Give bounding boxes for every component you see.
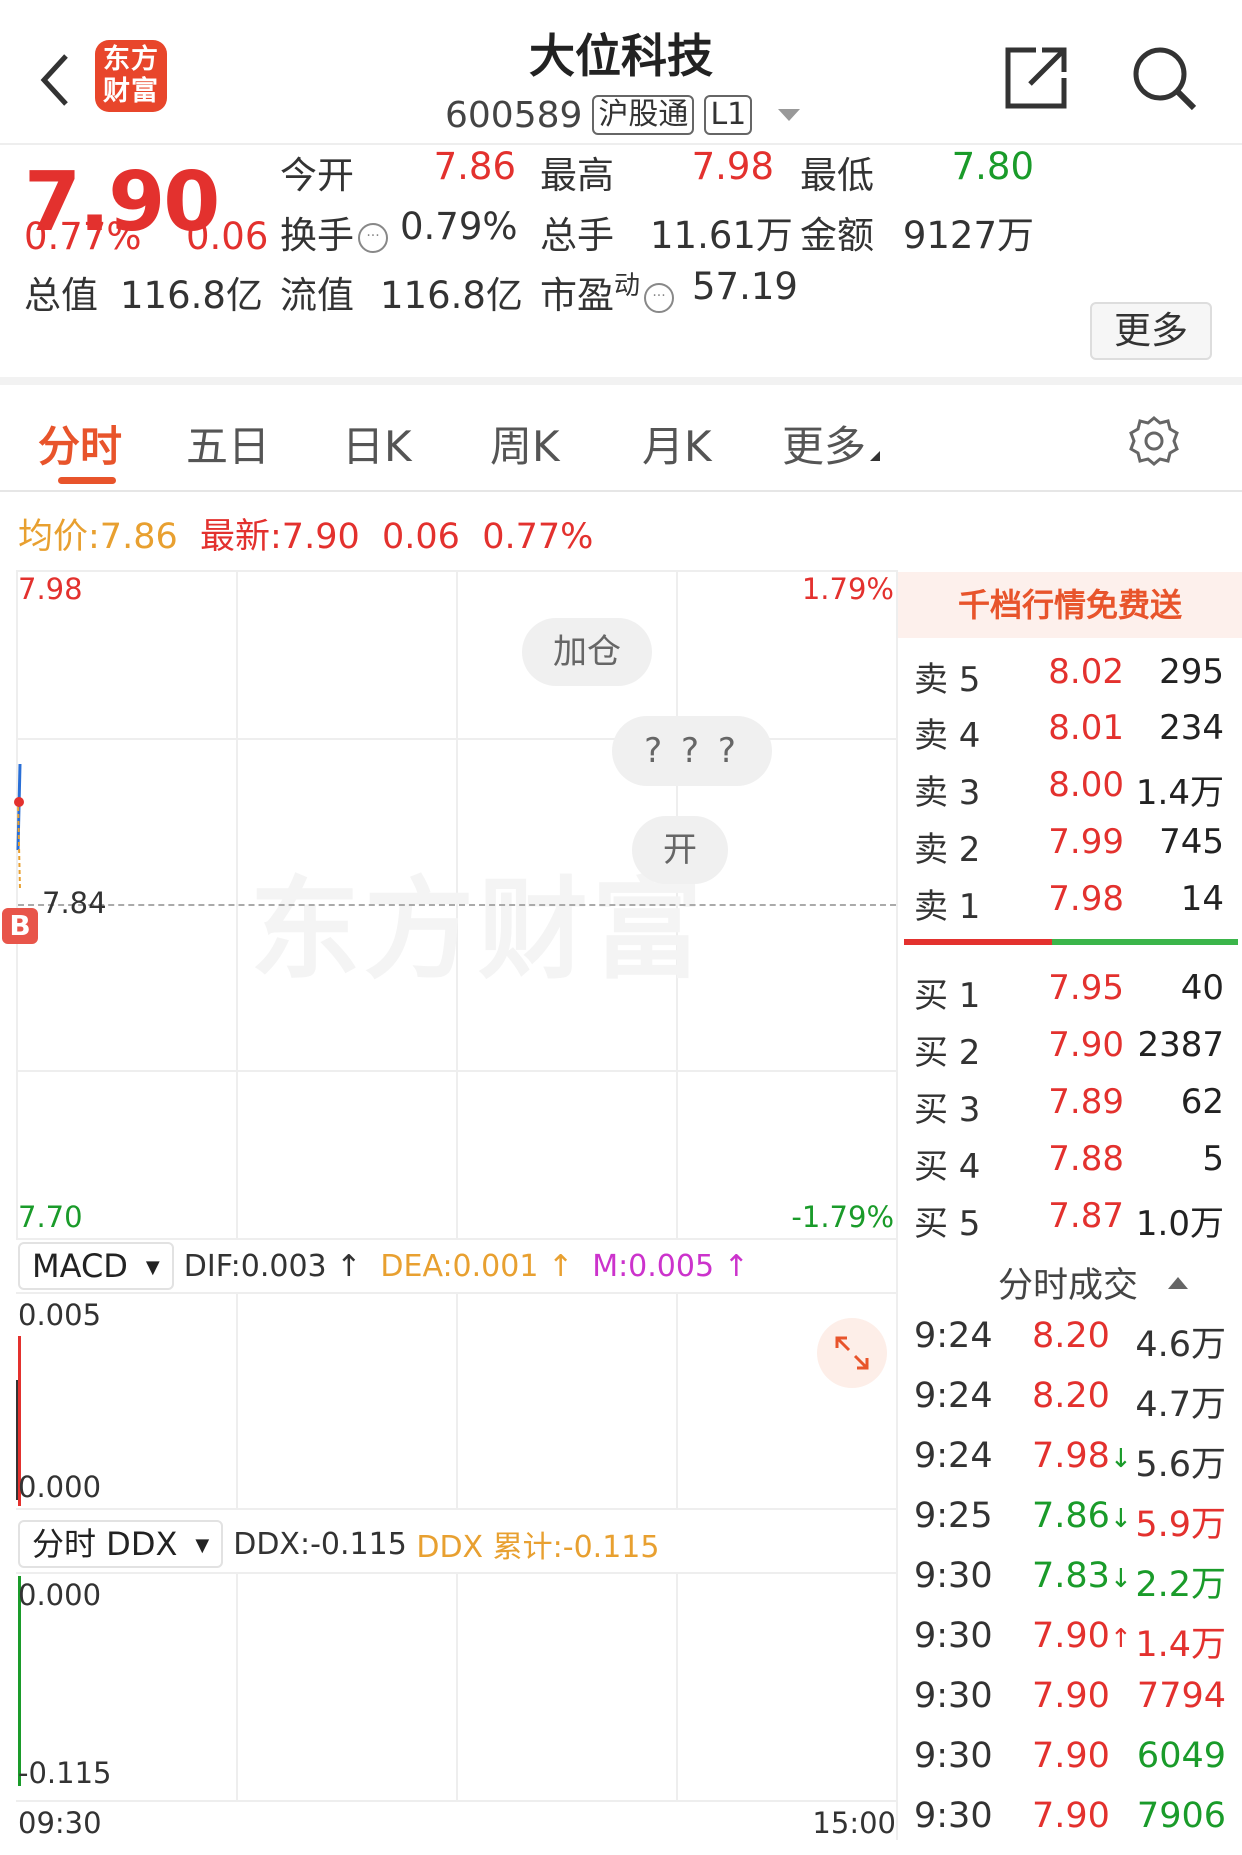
trade-row: 9:30 7.90 7906 [914, 1796, 1226, 1836]
tab-daily-k[interactable]: 日K [342, 413, 412, 474]
stock-subline[interactable]: 600589 沪股通 L1 [445, 93, 801, 137]
info-icon[interactable]: ··· [644, 283, 675, 313]
search-icon[interactable] [1128, 42, 1200, 114]
change-value: 0.06 [186, 215, 269, 258]
tab-more[interactable]: 更多 [782, 413, 881, 474]
bid-row: 买 3 7.89 62 [914, 1082, 1224, 1130]
open-position-pill[interactable]: 开 [632, 816, 728, 884]
add-position-pill[interactable]: 加仓 [522, 618, 652, 686]
expand-icon[interactable] [817, 1318, 887, 1388]
macd-dif: DIF:0.003 ↑ [183, 1248, 362, 1284]
macd-y-top: 0.005 [18, 1298, 102, 1332]
ddx-cumulative: DDX 累计:-0.115 [416, 1530, 660, 1565]
open-value: 7.86 [433, 145, 516, 188]
info-icon[interactable]: ··· [358, 223, 388, 253]
macd-m: M:0.005 ↑ [592, 1248, 749, 1284]
float-value: 116.8亿 [380, 274, 523, 317]
header: 东方 财富 大位科技 600589 沪股通 L1 [0, 0, 1242, 145]
pct-high-label: 1.79% [801, 572, 894, 606]
trade-row: 9:24 8.20 4.7万 [914, 1376, 1226, 1425]
bid-row: 买 4 7.88 5 [914, 1139, 1224, 1187]
stock-code: 600589 [445, 94, 583, 136]
tab-underline [58, 477, 116, 484]
float-label: 流值 [280, 274, 354, 317]
pe-value: 57.19 [692, 265, 798, 308]
share-icon[interactable] [1000, 42, 1072, 114]
y-low-label: 7.70 [18, 1200, 83, 1234]
mktcap-label: 总值 [24, 274, 98, 317]
turnover-label[interactable]: 换手 ··· [280, 205, 388, 259]
gear-icon[interactable] [1128, 415, 1180, 467]
tab-intraday[interactable]: 分时 [38, 413, 122, 474]
collapse-icon [1168, 1277, 1189, 1289]
promo-banner[interactable]: 千档行情免费送 [898, 572, 1242, 638]
app-root: { "header": { "logo_line1": "东方", "logo_… [0, 0, 1242, 1855]
high-label: 最高 [540, 154, 614, 197]
trade-row: 9:30 7.83↓ 2.2万 [914, 1556, 1226, 1605]
mktcap-value: 116.8亿 [120, 274, 263, 317]
volume-value: 11.61万 [650, 214, 793, 257]
open-label: 今开 [280, 154, 354, 197]
turnover-value: 0.79% [400, 205, 518, 248]
amount-label: 金额 [800, 214, 874, 257]
macd-selector[interactable]: MACD ▼ [18, 1242, 174, 1290]
chart-tabs: 分时 五日 日K 周K 月K 更多 [0, 385, 1242, 492]
more-button[interactable]: 更多 [1090, 302, 1212, 360]
tab-monthly-k[interactable]: 月K [642, 413, 712, 474]
volume-label: 总手 [540, 214, 614, 257]
tab-weekly-k[interactable]: 周K [490, 413, 560, 474]
x-start-label: 09:30 [18, 1806, 102, 1840]
ask-row: 卖 2 7.99 745 [914, 822, 1224, 870]
amount-value: 9127万 [902, 214, 1034, 257]
pct-low-label: -1.79% [791, 1200, 894, 1234]
trade-row: 9:24 8.20 4.6万 [914, 1316, 1226, 1365]
low-value: 7.80 [951, 145, 1034, 188]
ask-row: 卖 1 7.98 14 [914, 879, 1224, 927]
ddx-selector[interactable]: 分时 DDX ▼ [18, 1520, 224, 1568]
change-pct: 0.77% [24, 215, 142, 258]
macd-bar: MACD ▼ DIF:0.003 ↑ DEA:0.001 ↑ M:0.005 ↑ [18, 1240, 749, 1292]
level-tag: L1 [704, 95, 753, 135]
y-high-label: 7.98 [18, 572, 83, 606]
pe-label[interactable]: 市盈动 ··· [540, 265, 675, 319]
bid-ask-ratio-bar [904, 939, 1238, 945]
trades-header[interactable]: 分时成交 [998, 1257, 1189, 1308]
connect-tag: 沪股通 [592, 95, 695, 135]
ddx-value: DDX:-0.115 [233, 1526, 407, 1562]
x-end-label: 15:00 [812, 1806, 896, 1840]
expand-icon [870, 451, 881, 461]
quote-panel: 7.90 0.77% 0.06 今开 7.86 最高 7.98 最低 7.80 … [0, 145, 1242, 385]
tab-5day[interactable]: 五日 [186, 413, 270, 474]
ddx-y-top: 0.000 [18, 1578, 102, 1612]
high-value: 7.98 [691, 145, 774, 188]
buy-marker[interactable]: B [2, 908, 38, 944]
price-line [14, 763, 24, 891]
y-mid-label: 7.84 [42, 886, 107, 920]
ddx-y-bottom: -0.115 [18, 1756, 112, 1790]
ask-row: 卖 3 8.00 1.4万 [914, 765, 1224, 813]
ddx-bar: 分时 DDX ▼ DDX:-0.115 DDX 累计:-0.115 [18, 1518, 659, 1570]
trade-row: 9:30 7.90 6049 [914, 1736, 1226, 1776]
macd-y-bottom: 0.000 [18, 1470, 102, 1504]
low-label: 最低 [800, 154, 874, 197]
bid-row: 买 1 7.95 40 [914, 968, 1224, 1016]
macd-dea: DEA:0.001 ↑ [380, 1248, 574, 1284]
bid-row: 买 2 7.90 2387 [914, 1025, 1224, 1073]
trade-row: 9:25 7.86↓ 5.9万 [914, 1496, 1226, 1545]
avg-price-line: 均价:7.86 最新:7.90 0.06 0.77% [18, 517, 594, 557]
trade-row: 9:30 7.90↑ 1.4万 [914, 1616, 1226, 1665]
trade-row: 9:30 7.90 7794 [914, 1676, 1226, 1716]
ask-row: 卖 4 8.01 234 [914, 708, 1224, 756]
unknown-pill[interactable]: ? ? ? [612, 716, 772, 786]
trade-row: 9:24 7.98↓ 5.6万 [914, 1436, 1226, 1485]
bid-row: 买 5 7.87 1.0万 [914, 1196, 1224, 1244]
chevron-down-icon [778, 109, 801, 121]
ask-row: 卖 5 8.02 295 [914, 652, 1224, 700]
